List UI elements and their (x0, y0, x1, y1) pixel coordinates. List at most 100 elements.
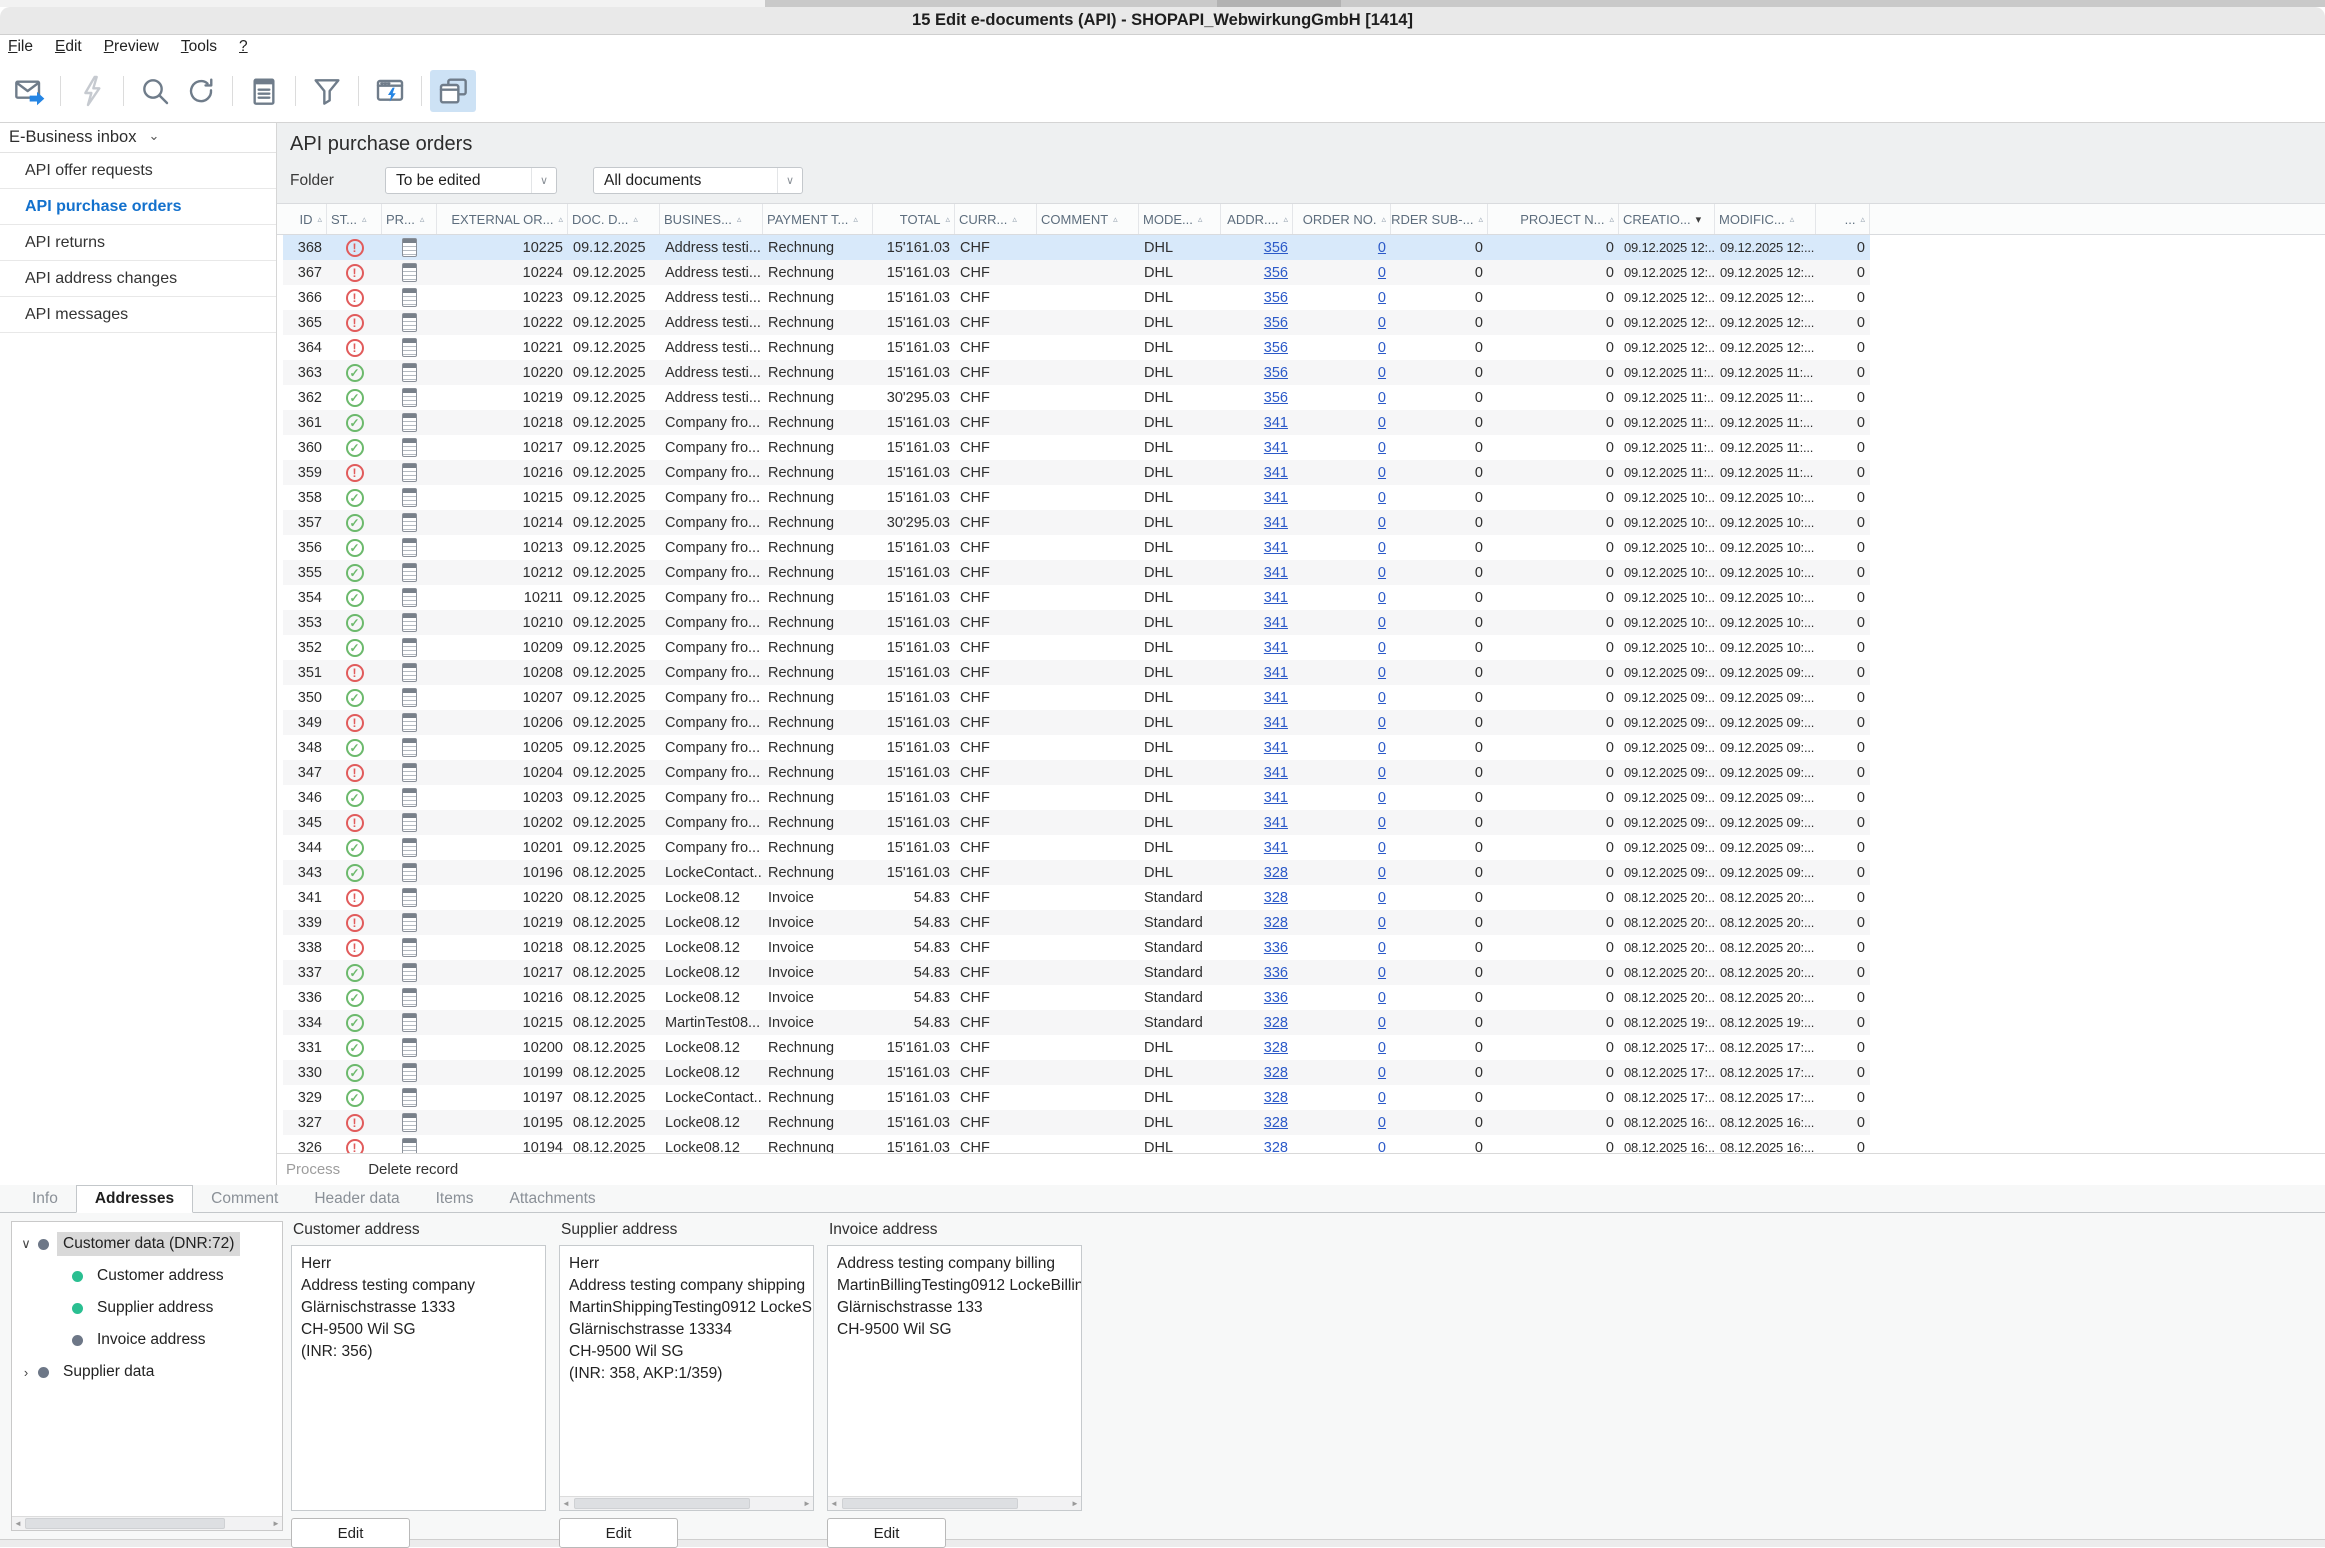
tab-comment[interactable]: Comment (193, 1185, 296, 1213)
address-link[interactable]: 341 (1264, 590, 1288, 606)
table-row[interactable]: 337✓1021708.12.2025Locke08.12Invoice54.8… (283, 960, 1870, 985)
address-link[interactable]: 341 (1264, 440, 1288, 456)
menu-item-file[interactable]: File (8, 38, 33, 56)
order_no-link[interactable]: 0 (1378, 290, 1386, 306)
refresh-icon[interactable] (178, 70, 224, 112)
notepad-icon[interactable] (241, 70, 287, 112)
order_no-link[interactable]: 0 (1378, 315, 1386, 331)
supplier-address-horizontal-scrollbar[interactable]: ◄► (560, 1496, 813, 1510)
documents-select[interactable]: All documents ∨ (593, 167, 803, 194)
customer-address-box[interactable]: HerrAddress testing companyGlärnischstra… (291, 1245, 546, 1511)
order_no-link[interactable]: 0 (1378, 1115, 1386, 1131)
window-flash-icon[interactable] (367, 70, 413, 112)
table-row[interactable]: 362✓1021909.12.2025Address testi...Rechn… (283, 385, 1870, 410)
order_no-link[interactable]: 0 (1378, 940, 1386, 956)
address-link[interactable]: 341 (1264, 765, 1288, 781)
tab-info[interactable]: Info (14, 1185, 76, 1213)
address-link[interactable]: 341 (1264, 515, 1288, 531)
column-header-id[interactable]: ID▵ (283, 204, 327, 234)
table-row[interactable]: 338!1021808.12.2025Locke08.12Invoice54.8… (283, 935, 1870, 960)
column-header-total[interactable]: TOTAL▵ (873, 204, 955, 234)
table-row[interactable]: 359!1021609.12.2025Company fro...Rechnun… (283, 460, 1870, 485)
order_no-link[interactable]: 0 (1378, 740, 1386, 756)
address-link[interactable]: 356 (1264, 340, 1288, 356)
menu-item-preview[interactable]: Preview (104, 38, 159, 56)
table-row[interactable]: 341!1022008.12.2025Locke08.12Invoice54.8… (283, 885, 1870, 910)
address-link[interactable]: 328 (1264, 1040, 1288, 1056)
scroll-right-arrow-icon[interactable]: ► (1069, 1497, 1081, 1510)
tab-items[interactable]: Items (418, 1185, 492, 1213)
scroll-left-arrow-icon[interactable]: ◄ (828, 1497, 840, 1510)
scroll-left-arrow-icon[interactable]: ◄ (560, 1497, 572, 1510)
order_no-link[interactable]: 0 (1378, 765, 1386, 781)
order_no-link[interactable]: 0 (1378, 865, 1386, 881)
tree-item[interactable]: ∨Customer data (DNR:72) (12, 1228, 282, 1260)
table-row[interactable]: 347!1020409.12.2025Company fro...Rechnun… (283, 760, 1870, 785)
order_no-link[interactable]: 0 (1378, 915, 1386, 931)
order_no-link[interactable]: 0 (1378, 715, 1386, 731)
table-row[interactable]: 327!1019508.12.2025Locke08.12Rechnung15'… (283, 1110, 1870, 1135)
address-link[interactable]: 341 (1264, 790, 1288, 806)
column-header-project_no[interactable]: PROJECT N...▵ (1488, 204, 1619, 234)
table-row[interactable]: 367!1022409.12.2025Address testi...Rechn… (283, 260, 1870, 285)
order_no-link[interactable]: 0 (1378, 265, 1386, 281)
sidebar-item-api-returns[interactable]: API returns (0, 225, 276, 261)
order_no-link[interactable]: 0 (1378, 240, 1386, 256)
tab-attachments[interactable]: Attachments (492, 1185, 614, 1213)
address-link[interactable]: 328 (1264, 915, 1288, 931)
order_no-link[interactable]: 0 (1378, 1140, 1386, 1154)
table-row[interactable]: 329✓1019708.12.2025LockeContact...Rechnu… (283, 1085, 1870, 1110)
folder-select[interactable]: To be edited ∨ (385, 167, 557, 194)
menu-item-edit[interactable]: Edit (55, 38, 82, 56)
order_no-link[interactable]: 0 (1378, 790, 1386, 806)
table-row[interactable]: 356✓1021309.12.2025Company fro...Rechnun… (283, 535, 1870, 560)
table-row[interactable]: 352✓1020909.12.2025Company fro...Rechnun… (283, 635, 1870, 660)
table-row[interactable]: 350✓1020709.12.2025Company fro...Rechnun… (283, 685, 1870, 710)
table-row[interactable]: 368!1022509.12.2025Address testi...Rechn… (283, 235, 1870, 260)
order_no-link[interactable]: 0 (1378, 890, 1386, 906)
table-row[interactable]: 334✓1021508.12.2025MartinTest08...Invoic… (283, 1010, 1870, 1035)
address-link[interactable]: 356 (1264, 365, 1288, 381)
table-row[interactable]: 364!1022109.12.2025Address testi...Rechn… (283, 335, 1870, 360)
order_no-link[interactable]: 0 (1378, 1015, 1386, 1031)
table-row[interactable]: 365!1022209.12.2025Address testi...Rechn… (283, 310, 1870, 335)
address-link[interactable]: 341 (1264, 565, 1288, 581)
expander-expanded-icon[interactable]: ∨ (18, 1236, 34, 1252)
order_no-link[interactable]: 0 (1378, 540, 1386, 556)
order_no-link[interactable]: 0 (1378, 415, 1386, 431)
order_no-link[interactable]: 0 (1378, 690, 1386, 706)
column-header-external_order[interactable]: EXTERNAL OR...▵ (437, 204, 568, 234)
supplier-address-edit-button[interactable]: Edit (559, 1518, 678, 1548)
address-link[interactable]: 336 (1264, 965, 1288, 981)
invoice-address-box[interactable]: Address testing company billingMartinBil… (827, 1245, 1082, 1511)
order_no-link[interactable]: 0 (1378, 615, 1386, 631)
address-link[interactable]: 341 (1264, 840, 1288, 856)
scrollbar-thumb[interactable] (574, 1498, 750, 1509)
table-row[interactable]: 353✓1021009.12.2025Company fro...Rechnun… (283, 610, 1870, 635)
order_no-link[interactable]: 0 (1378, 365, 1386, 381)
tab-addresses[interactable]: Addresses (76, 1185, 193, 1213)
address-link[interactable]: 328 (1264, 890, 1288, 906)
scrollbar-thumb[interactable] (25, 1518, 225, 1529)
order_no-link[interactable]: 0 (1378, 665, 1386, 681)
order_no-link[interactable]: 0 (1378, 340, 1386, 356)
table-row[interactable]: 336✓1021608.12.2025Locke08.12Invoice54.8… (283, 985, 1870, 1010)
address-link[interactable]: 341 (1264, 715, 1288, 731)
table-row[interactable]: 355✓1021209.12.2025Company fro...Rechnun… (283, 560, 1870, 585)
expander-collapsed-icon[interactable]: › (18, 1365, 34, 1380)
address-link[interactable]: 341 (1264, 815, 1288, 831)
sidebar-item-api-messages[interactable]: API messages (0, 297, 276, 333)
sidebar-item-api-address-changes[interactable]: API address changes (0, 261, 276, 297)
column-header-preview[interactable]: PR...▵ (382, 204, 437, 234)
sidebar-item-api-offer-requests[interactable]: API offer requests (0, 153, 276, 189)
tree-horizontal-scrollbar[interactable]: ◄ ► (12, 1516, 282, 1530)
table-row[interactable]: 346✓1020309.12.2025Company fro...Rechnun… (283, 785, 1870, 810)
address-link[interactable]: 336 (1264, 940, 1288, 956)
table-row[interactable]: 348✓1020509.12.2025Company fro...Rechnun… (283, 735, 1870, 760)
table-row[interactable]: 349!1020609.12.2025Company fro...Rechnun… (283, 710, 1870, 735)
order_no-link[interactable]: 0 (1378, 590, 1386, 606)
address-link[interactable]: 328 (1264, 1065, 1288, 1081)
invoice-address-horizontal-scrollbar[interactable]: ◄► (828, 1496, 1081, 1510)
order_no-link[interactable]: 0 (1378, 390, 1386, 406)
order_no-link[interactable]: 0 (1378, 965, 1386, 981)
